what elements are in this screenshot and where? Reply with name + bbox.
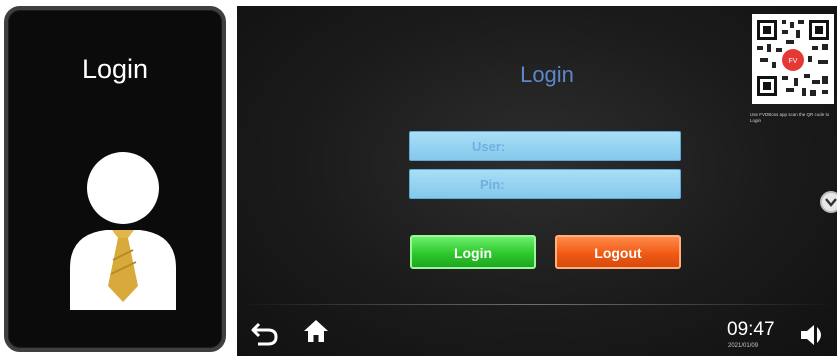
logout-button[interactable]: Logout [555,235,681,269]
hmi-login-screen: Login User: Pin: Login Logout FV Use FVD… [237,6,837,356]
pin-field[interactable]: Pin: [409,169,681,199]
back-arrow-icon[interactable] [250,320,280,346]
pin-field-label: Pin: [480,177,505,192]
chevron-down-icon[interactable] [820,191,837,213]
speaker-icon[interactable] [799,322,829,348]
user-field-label: User: [472,139,506,154]
login-tile-title: Login [81,54,149,84]
qr-caption: Use FVDBoss app scan the QR code to Logi… [750,112,830,123]
clock-time: 09:47 [727,319,775,340]
svg-text:FV: FV [789,58,798,65]
clock-date: 2021/01/09 [728,343,759,349]
footer-divider [237,304,837,305]
home-icon[interactable] [303,318,329,344]
qr-code-icon: FV [752,14,834,104]
login-tile[interactable]: Login [4,6,226,352]
user-field[interactable]: User: [409,131,681,161]
user-with-tie-icon [70,152,176,310]
page-title: Login [520,62,574,87]
login-button[interactable]: Login [410,235,536,269]
